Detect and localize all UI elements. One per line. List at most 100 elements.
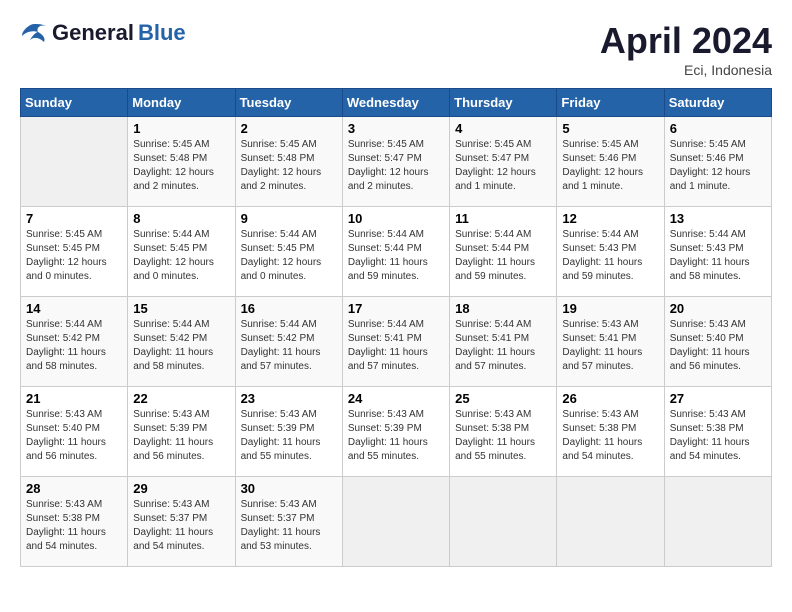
day-number: 5 [562, 121, 658, 136]
day-of-week-header: Wednesday [342, 89, 449, 117]
calendar-cell: 16 Sunrise: 5:44 AM Sunset: 5:42 PM Dayli… [235, 297, 342, 387]
calendar-cell: 28Sunrise: 5:43 AM Sunset: 5:38 PM Dayli… [21, 477, 128, 567]
day-info: Sunrise: 5:45 AM Sunset: 5:48 PM Dayligh… [133, 138, 229, 194]
day-number: 30 [241, 481, 337, 496]
day-of-week-header: Tuesday [235, 89, 342, 117]
calendar-cell [450, 477, 557, 567]
day-number: 18 [455, 301, 551, 316]
calendar-cell: 4Sunrise: 5:45 AM Sunset: 5:47 PM Daylig… [450, 117, 557, 207]
day-info: Sunrise: 5:43 AM Sunset: 5:38 PM Dayligh… [562, 408, 658, 464]
logo: GeneralBlue [20, 20, 186, 46]
calendar-cell: 1 Sunrise: 5:45 AM Sunset: 5:48 PM Daylig… [128, 117, 235, 207]
day-info: Sunrise: 5:45 AM Sunset: 5:45 PM Dayligh… [26, 228, 122, 284]
calendar-cell: 5 Sunrise: 5:45 AM Sunset: 5:46 PM Daylig… [557, 117, 664, 207]
calendar-cell: 29Sunrise: 5:43 AM Sunset: 5:37 PM Dayli… [128, 477, 235, 567]
day-number: 21 [26, 391, 122, 406]
calendar-week: 14 Sunrise: 5:44 AM Sunset: 5:42 PM Dayli… [21, 297, 772, 387]
day-number: 26 [562, 391, 658, 406]
day-info: Sunrise: 5:44 AM Sunset: 5:43 PM Dayligh… [562, 228, 658, 284]
calendar-cell: 7 Sunrise: 5:45 AM Sunset: 5:45 PM Daylig… [21, 207, 128, 297]
day-number: 8 [133, 211, 229, 226]
day-number: 23 [241, 391, 337, 406]
calendar-cell: 8 Sunrise: 5:44 AM Sunset: 5:45 PM Daylig… [128, 207, 235, 297]
day-number: 22 [133, 391, 229, 406]
calendar-cell: 13Sunrise: 5:44 AM Sunset: 5:43 PM Dayli… [664, 207, 771, 297]
calendar-cell: 26 Sunrise: 5:43 AM Sunset: 5:38 PM Dayli… [557, 387, 664, 477]
day-of-week-header: Thursday [450, 89, 557, 117]
day-info: Sunrise: 5:43 AM Sunset: 5:40 PM Dayligh… [670, 318, 766, 374]
calendar-week: 28Sunrise: 5:43 AM Sunset: 5:38 PM Dayli… [21, 477, 772, 567]
day-info: Sunrise: 5:43 AM Sunset: 5:41 PM Dayligh… [562, 318, 658, 374]
day-info: Sunrise: 5:43 AM Sunset: 5:37 PM Dayligh… [241, 498, 337, 554]
day-number: 3 [348, 121, 444, 136]
calendar-body: 1 Sunrise: 5:45 AM Sunset: 5:48 PM Daylig… [21, 117, 772, 567]
day-info: Sunrise: 5:45 AM Sunset: 5:47 PM Dayligh… [348, 138, 444, 194]
calendar-cell: 18 Sunrise: 5:44 AM Sunset: 5:41 PM Dayli… [450, 297, 557, 387]
location: Eci, Indonesia [600, 62, 772, 78]
calendar-week: 7 Sunrise: 5:45 AM Sunset: 5:45 PM Daylig… [21, 207, 772, 297]
day-info: Sunrise: 5:43 AM Sunset: 5:37 PM Dayligh… [133, 498, 229, 554]
day-number: 6 [670, 121, 766, 136]
calendar-cell: 30 Sunrise: 5:43 AM Sunset: 5:37 PM Dayli… [235, 477, 342, 567]
day-number: 11 [455, 211, 551, 226]
day-info: Sunrise: 5:44 AM Sunset: 5:44 PM Dayligh… [455, 228, 551, 284]
logo-blue: Blue [138, 20, 186, 46]
day-info: Sunrise: 5:43 AM Sunset: 5:40 PM Dayligh… [26, 408, 122, 464]
day-info: Sunrise: 5:43 AM Sunset: 5:39 PM Dayligh… [133, 408, 229, 464]
day-info: Sunrise: 5:43 AM Sunset: 5:39 PM Dayligh… [348, 408, 444, 464]
day-of-week-header: Saturday [664, 89, 771, 117]
day-number: 17 [348, 301, 444, 316]
day-info: Sunrise: 5:45 AM Sunset: 5:48 PM Dayligh… [241, 138, 337, 194]
logo-icon [20, 22, 48, 44]
logo-general: General [52, 20, 134, 46]
day-number: 12 [562, 211, 658, 226]
day-info: Sunrise: 5:44 AM Sunset: 5:41 PM Dayligh… [348, 318, 444, 374]
page-header: GeneralBlue April 2024 Eci, Indonesia [20, 20, 772, 78]
day-number: 25 [455, 391, 551, 406]
calendar-cell: 2 Sunrise: 5:45 AM Sunset: 5:48 PM Daylig… [235, 117, 342, 207]
day-number: 20 [670, 301, 766, 316]
calendar-cell: 20 Sunrise: 5:43 AM Sunset: 5:40 PM Dayli… [664, 297, 771, 387]
day-info: Sunrise: 5:43 AM Sunset: 5:38 PM Dayligh… [455, 408, 551, 464]
day-number: 14 [26, 301, 122, 316]
day-of-week-header: Monday [128, 89, 235, 117]
day-info: Sunrise: 5:44 AM Sunset: 5:42 PM Dayligh… [133, 318, 229, 374]
calendar-cell: 25 Sunrise: 5:43 AM Sunset: 5:38 PM Dayli… [450, 387, 557, 477]
day-number: 1 [133, 121, 229, 136]
day-info: Sunrise: 5:44 AM Sunset: 5:42 PM Dayligh… [26, 318, 122, 374]
day-info: Sunrise: 5:45 AM Sunset: 5:46 PM Dayligh… [670, 138, 766, 194]
day-number: 13 [670, 211, 766, 226]
day-number: 28 [26, 481, 122, 496]
day-number: 24 [348, 391, 444, 406]
calendar-cell: 9Sunrise: 5:44 AM Sunset: 5:45 PM Daylig… [235, 207, 342, 297]
month-title: April 2024 [600, 20, 772, 62]
calendar-cell: 24 Sunrise: 5:43 AM Sunset: 5:39 PM Dayli… [342, 387, 449, 477]
calendar-cell: 3 Sunrise: 5:45 AM Sunset: 5:47 PM Daylig… [342, 117, 449, 207]
calendar-cell: 12 Sunrise: 5:44 AM Sunset: 5:43 PM Dayli… [557, 207, 664, 297]
calendar-week: 1 Sunrise: 5:45 AM Sunset: 5:48 PM Daylig… [21, 117, 772, 207]
calendar-cell [21, 117, 128, 207]
calendar-cell: 17 Sunrise: 5:44 AM Sunset: 5:41 PM Dayli… [342, 297, 449, 387]
day-info: Sunrise: 5:44 AM Sunset: 5:41 PM Dayligh… [455, 318, 551, 374]
calendar-cell: 15 Sunrise: 5:44 AM Sunset: 5:42 PM Dayli… [128, 297, 235, 387]
day-number: 16 [241, 301, 337, 316]
day-number: 2 [241, 121, 337, 136]
title-area: April 2024 Eci, Indonesia [600, 20, 772, 78]
calendar-cell: 6 Sunrise: 5:45 AM Sunset: 5:46 PM Daylig… [664, 117, 771, 207]
calendar-table: SundayMondayTuesdayWednesdayThursdayFrid… [20, 88, 772, 567]
calendar-cell: 11 Sunrise: 5:44 AM Sunset: 5:44 PM Dayli… [450, 207, 557, 297]
day-info: Sunrise: 5:45 AM Sunset: 5:46 PM Dayligh… [562, 138, 658, 194]
day-number: 9 [241, 211, 337, 226]
day-info: Sunrise: 5:44 AM Sunset: 5:42 PM Dayligh… [241, 318, 337, 374]
day-info: Sunrise: 5:45 AM Sunset: 5:47 PM Dayligh… [455, 138, 551, 194]
calendar-cell: 14 Sunrise: 5:44 AM Sunset: 5:42 PM Dayli… [21, 297, 128, 387]
calendar-header: SundayMondayTuesdayWednesdayThursdayFrid… [21, 89, 772, 117]
calendar-cell: 19Sunrise: 5:43 AM Sunset: 5:41 PM Dayli… [557, 297, 664, 387]
day-number: 27 [670, 391, 766, 406]
day-number: 7 [26, 211, 122, 226]
calendar-cell: 21 Sunrise: 5:43 AM Sunset: 5:40 PM Dayli… [21, 387, 128, 477]
day-number: 10 [348, 211, 444, 226]
day-number: 15 [133, 301, 229, 316]
day-info: Sunrise: 5:44 AM Sunset: 5:45 PM Dayligh… [133, 228, 229, 284]
calendar-cell [557, 477, 664, 567]
